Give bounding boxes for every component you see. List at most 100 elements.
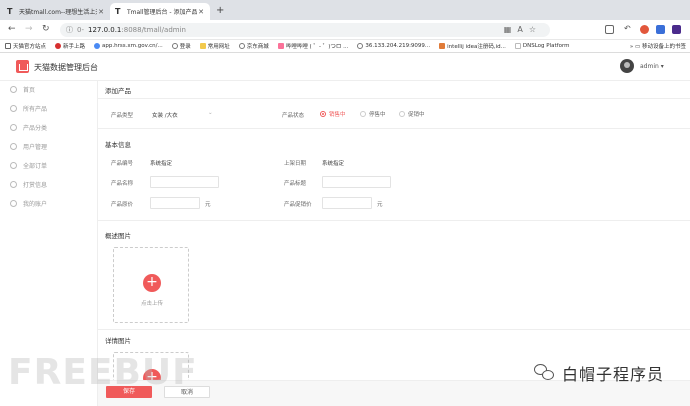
- name-input[interactable]: [150, 176, 219, 188]
- bookmark-icon: [439, 43, 446, 49]
- browser-toolbar: ← → ↻ ⓘ 0- 127.0.0.1 :8088/tmall/admin ▦…: [0, 20, 690, 40]
- date-label: 上架日期: [284, 161, 307, 167]
- overview-upload-box[interactable]: + 点击上传: [113, 247, 189, 323]
- app-header: 天猫数据管理后台 admin ▾: [0, 53, 690, 81]
- date-value: 系统指定: [322, 161, 345, 167]
- price-input[interactable]: [150, 197, 200, 209]
- browser-tab-active[interactable]: T Tmall管理后台 - 添加产品 ✕: [110, 3, 210, 20]
- status-radio-stopped[interactable]: 停售中: [360, 110, 386, 118]
- basic-section-title: 基本信息: [105, 141, 131, 149]
- bookmark-icon: [94, 43, 101, 49]
- history-icon[interactable]: ↶: [624, 24, 631, 33]
- browser-tab-strip: T 天猫tmall.com--理想生活上天猫 ✕ T Tmall管理后台 - 添…: [0, 0, 690, 20]
- status-radio-selling[interactable]: 销售中: [320, 110, 346, 118]
- overview-section-title: 概述图片: [105, 232, 131, 240]
- status-label: 产品状态: [282, 113, 305, 119]
- address-bar[interactable]: ⓘ 0- 127.0.0.1 :8088/tmall/admin ▦A☆: [60, 23, 550, 37]
- tab-title: Tmall管理后台 - 添加产品: [127, 9, 197, 16]
- user-menu[interactable]: admin ▾: [640, 63, 664, 70]
- title-label: 产品标题: [284, 181, 307, 187]
- address-prefix: 0-: [77, 26, 84, 34]
- app-brand: 天猫数据管理后台: [34, 63, 98, 72]
- category-icon: [10, 123, 17, 131]
- type-label: 产品类型: [111, 113, 134, 119]
- reload-icon[interactable]: ↻: [42, 24, 50, 34]
- status-radio-promo[interactable]: 促销中: [399, 110, 425, 118]
- back-icon[interactable]: ←: [8, 24, 16, 34]
- bookmarks-bar: 天猫官方站点 新手上路 app.hrss.xm.gov.cn/... 登录 常用…: [0, 40, 690, 53]
- sidebar-item-categories[interactable]: 产品分类: [10, 122, 47, 132]
- close-icon[interactable]: ✕: [197, 8, 205, 16]
- page-icon: [514, 43, 521, 49]
- address-path: :8088/tmall/admin: [121, 26, 186, 34]
- divider: [98, 329, 690, 330]
- tmall-logo-icon: [16, 60, 29, 73]
- sidebar-item-users[interactable]: 用户管理: [10, 141, 47, 151]
- page-title: 添加产品: [105, 87, 131, 95]
- folder-icon: [199, 43, 206, 49]
- globe-icon: [171, 43, 178, 49]
- code-value: 系统指定: [150, 161, 173, 167]
- address-host: 127.0.0.1: [87, 26, 122, 34]
- extension-icon[interactable]: [656, 25, 665, 34]
- globe-icon: [357, 43, 364, 49]
- product-icon: [10, 104, 17, 112]
- sidebar-item-account[interactable]: 我的账户: [10, 198, 47, 208]
- bilibili-icon: [277, 43, 284, 49]
- wechat-icon: [534, 364, 556, 382]
- extension-icon[interactable]: [605, 25, 614, 34]
- avatar[interactable]: [620, 59, 634, 73]
- name-label: 产品名称: [111, 181, 134, 187]
- bookmark-icon: [5, 43, 11, 49]
- bookmark-item[interactable]: 常用网址: [199, 42, 230, 50]
- freebuf-watermark: FREEBUF: [8, 352, 198, 393]
- bookmark-item[interactable]: 36.133.204.219:9099...: [357, 43, 430, 49]
- divider: [98, 98, 690, 99]
- upload-label: 点击上传: [140, 301, 163, 307]
- price-label: 产品原价: [111, 202, 134, 208]
- sidebar-item-rewards[interactable]: 打赏信息: [10, 179, 47, 189]
- code-label: 产品编号: [111, 161, 134, 167]
- detail-section-title: 详情图片: [105, 337, 131, 345]
- omnibox-actions[interactable]: ▦A☆: [504, 25, 542, 34]
- sidebar-item-orders[interactable]: 全部订单: [10, 160, 47, 170]
- wechat-watermark: 白帽子程序员: [534, 361, 664, 385]
- user-icon: [10, 142, 17, 150]
- sidebar-item-home[interactable]: 首页: [10, 84, 35, 94]
- tmall-favicon-icon: T: [7, 6, 13, 16]
- bookmark-item[interactable]: 天猫官方站点: [5, 42, 46, 50]
- globe-icon: [238, 43, 245, 49]
- sidebar-item-products[interactable]: 所有产品: [10, 103, 47, 113]
- bookmark-item[interactable]: DNSLog Platform: [514, 43, 569, 49]
- watermark-text: 白帽子程序员: [562, 365, 665, 384]
- site-info-icon[interactable]: ⓘ: [66, 25, 73, 35]
- bookmark-icon: [55, 43, 62, 49]
- tab-title: 天猫tmall.com--理想生活上天猫: [19, 9, 97, 16]
- bookmark-item[interactable]: intellij idea注册码,id...: [439, 42, 506, 50]
- browser-tab[interactable]: T 天猫tmall.com--理想生活上天猫 ✕: [2, 3, 110, 20]
- sale-price-input[interactable]: [322, 197, 372, 209]
- plus-icon: +: [143, 274, 161, 292]
- home-icon: [10, 85, 17, 93]
- extension-icon[interactable]: [640, 25, 649, 34]
- gear-icon: [10, 199, 17, 207]
- extension-icon[interactable]: [672, 25, 681, 34]
- title-input[interactable]: [322, 176, 391, 188]
- chevron-down-icon[interactable]: ⌄: [208, 110, 213, 116]
- sale-price-label: 产品促销价: [284, 202, 312, 208]
- bookmark-item[interactable]: app.hrss.xm.gov.cn/...: [94, 43, 163, 49]
- bookmark-item[interactable]: 登录: [171, 42, 191, 50]
- bookmark-item[interactable]: 京东商城: [238, 42, 269, 50]
- new-tab-icon[interactable]: +: [216, 5, 224, 16]
- close-icon[interactable]: ✕: [97, 8, 105, 16]
- sale-price-unit: 元: [377, 202, 383, 208]
- bookmark-item[interactable]: 新手上路: [55, 42, 85, 50]
- price-unit: 元: [205, 202, 211, 208]
- divider: [98, 128, 690, 129]
- type-select[interactable]: 女装 /大衣: [152, 111, 178, 119]
- mobile-bookmarks[interactable]: » ▭ 移动设备上的书签: [630, 42, 686, 50]
- bookmark-item[interactable]: 哔哩哔哩 ( ゜- ゜)つロ ...: [277, 42, 348, 50]
- forward-icon[interactable]: →: [25, 24, 33, 34]
- gift-icon: [10, 180, 17, 188]
- order-icon: [10, 161, 17, 169]
